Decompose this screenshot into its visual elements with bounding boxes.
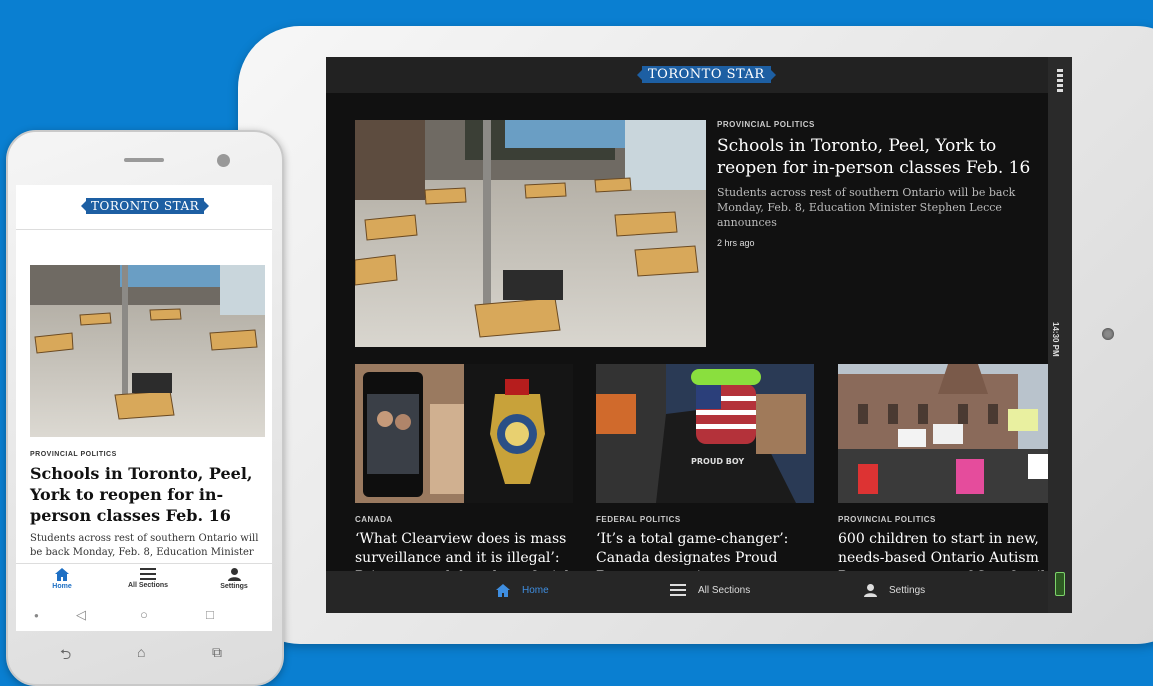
hero-headline[interactable]: Schools in Toronto, Peel, York to reopen…	[717, 135, 1047, 179]
nav-label: Settings	[889, 585, 926, 596]
tablet-nav-all-sections[interactable]: All Sections	[670, 584, 750, 596]
hero-headline[interactable]: Schools in Toronto, Peel, York to reopen…	[30, 463, 265, 526]
tablet-screen: TORONTO STAR PROVINCIAL POLITICS Schools…	[326, 57, 1072, 613]
phone-screen: TORONTO STAR PROVINCIAL POLITICS Schools…	[16, 185, 272, 631]
phone-hero-image-classroom[interactable]	[30, 265, 265, 437]
hero-category: PROVINCIAL POLITICS	[30, 451, 117, 458]
phone-nav-settings[interactable]: Settings	[204, 568, 264, 590]
home-button-icon[interactable]: ⌂	[137, 644, 145, 660]
article-card-provincial[interactable]: PROVINCIAL POLITICS 600 children to star…	[838, 364, 1056, 587]
hero-category: PROVINCIAL POLITICS	[717, 120, 815, 129]
phone-bottom-nav: Home All Sections Settings	[16, 563, 272, 599]
card-category: FEDERAL POLITICS	[596, 515, 681, 524]
phone-speaker	[124, 158, 164, 162]
signal-icon	[1057, 69, 1063, 94]
nav-label: All Sections	[698, 584, 751, 596]
phone-camera	[217, 154, 230, 167]
hero-time-ago: 2 hrs ago	[717, 238, 755, 248]
status-time: 14:30 PM	[1051, 322, 1060, 357]
card-image-autism-protest[interactable]	[838, 364, 1056, 503]
nav-label: Home	[522, 585, 549, 596]
menu-icon	[670, 584, 686, 596]
phone-header: TORONTO STAR	[16, 185, 272, 230]
hero-image-classroom[interactable]	[355, 120, 706, 347]
back-triangle-icon[interactable]: ◁	[76, 607, 86, 623]
menu-icon	[140, 568, 156, 580]
tablet-camera	[1102, 328, 1114, 340]
nav-label: Home	[52, 583, 72, 590]
article-card-federal[interactable]: PROUD BOY FEDERAL POLITICS ‘It’s a total…	[596, 364, 814, 587]
phone-system-nav: ● ◁ ○ □	[16, 599, 272, 631]
home-icon	[55, 568, 69, 581]
tablet-nav-settings[interactable]: Settings	[864, 584, 925, 597]
hero-dek: Students across rest of southern Ontario…	[717, 186, 1016, 229]
hero-dek: Students across rest of southern Ontario…	[30, 533, 259, 558]
nav-label: Settings	[220, 583, 248, 590]
card-image-proud-boys[interactable]: PROUD BOY	[596, 364, 814, 503]
phone-hero-article[interactable]: PROVINCIAL POLITICS Schools in Toronto, …	[30, 451, 265, 560]
back-icon[interactable]: ⮌	[60, 644, 71, 668]
article-card-canada[interactable]: CANADA ‘What Clearview does is mass surv…	[355, 364, 573, 587]
recents-square-icon[interactable]: □	[206, 607, 214, 622]
card-category: CANADA	[355, 515, 393, 524]
toronto-star-logo[interactable]: TORONTO STAR	[80, 198, 210, 214]
nav-label: All Sections	[127, 582, 169, 589]
person-icon	[864, 584, 877, 597]
toronto-star-logo[interactable]: TORONTO STAR	[637, 66, 776, 83]
person-icon	[227, 568, 241, 581]
card-image-clearview[interactable]	[355, 364, 573, 503]
card-category: PROVINCIAL POLITICS	[838, 515, 936, 524]
svg-text:PROUD BOY: PROUD BOY	[691, 457, 744, 466]
tablet-bottom-nav: Home All Sections Settings	[326, 571, 1048, 613]
tablet-nav-home[interactable]: Home	[496, 584, 549, 597]
recents-icon[interactable]: ⧉	[212, 644, 222, 661]
home-circle-icon[interactable]: ○	[140, 607, 148, 622]
phone-nav-all-sections[interactable]: All Sections	[118, 568, 178, 589]
home-icon	[496, 584, 510, 597]
tablet-top-bar: TORONTO STAR	[326, 57, 1048, 93]
phone-nav-home[interactable]: Home	[32, 568, 92, 590]
tablet-status-bar: 14:30 PM	[1048, 57, 1072, 613]
dot-icon: ●	[34, 611, 39, 620]
tablet-hero-article[interactable]: PROVINCIAL POLITICS Schools in Toronto, …	[717, 120, 1047, 248]
battery-icon	[1055, 572, 1065, 596]
